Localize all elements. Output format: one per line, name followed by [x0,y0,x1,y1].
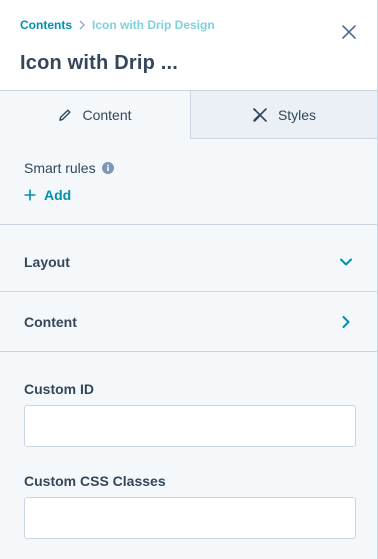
section-content-label: Content [24,314,77,330]
breadcrumb-current: Icon with Drip Design [92,18,215,32]
info-icon[interactable] [101,162,114,174]
styles-tools-icon [252,107,268,123]
add-label: Add [44,187,72,203]
divider [0,351,377,352]
tab-content[interactable]: Content [0,91,191,139]
sidebar-panel: Contents Icon with Drip Design Icon with… [0,0,378,559]
tab-bar: Content Styles [0,91,377,139]
section-layout[interactable]: Layout [0,232,377,292]
smart-rules-heading: Smart rules [24,160,114,176]
breadcrumb: Contents Icon with Drip Design [20,18,215,32]
tab-styles[interactable]: Styles [191,91,377,139]
custom-css-classes-input[interactable] [24,497,356,539]
custom-id-input[interactable] [24,405,356,447]
breadcrumb-root-link[interactable]: Contents [20,18,72,32]
pencil-icon [58,108,72,122]
divider [0,224,377,225]
tab-content-label: Content [82,107,132,123]
plus-icon [24,189,36,201]
close-icon [342,25,356,39]
add-smart-rule-button[interactable]: Add [24,187,71,203]
chevron-right-icon [78,20,86,30]
chevron-down-icon [338,254,354,270]
tab-styles-label: Styles [277,106,317,123]
custom-css-classes-label: Custom CSS Classes [24,473,166,489]
close-button[interactable] [337,20,361,44]
custom-id-label: Custom ID [24,381,94,397]
section-layout-label: Layout [24,254,70,270]
section-content[interactable]: Content [0,292,377,352]
smart-rules-label: Smart rules [24,160,96,176]
chevron-right-icon [338,314,354,330]
panel-header: Contents Icon with Drip Design Icon with… [0,0,377,91]
page-title: Icon with Drip ... [20,52,179,74]
